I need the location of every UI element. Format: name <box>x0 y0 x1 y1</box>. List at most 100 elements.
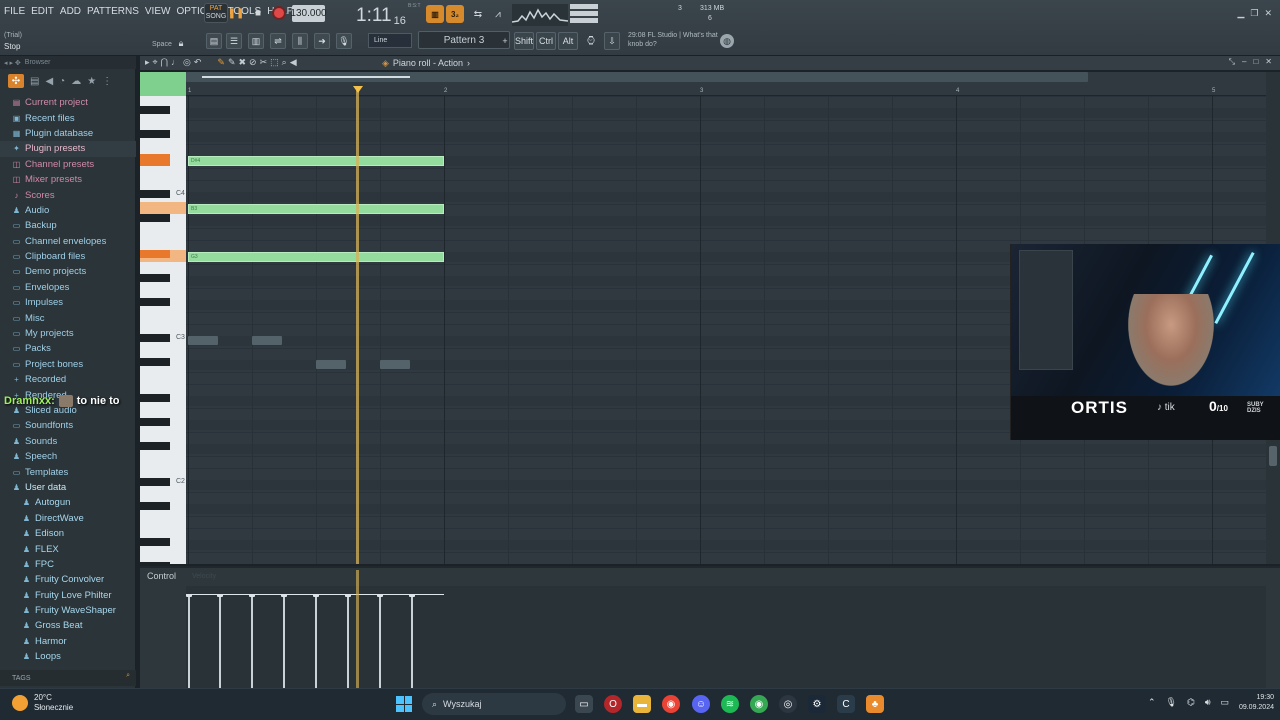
browser-item[interactable]: + Recorded <box>0 372 136 387</box>
velocity-handle[interactable] <box>217 594 223 597</box>
browser-pin-icon[interactable]: ◂ ▸ ✥ <box>4 59 21 67</box>
browser-item[interactable]: ▭ Impulses <box>0 295 136 310</box>
black-key[interactable] <box>140 190 170 198</box>
browser-item[interactable]: ▭ Misc <box>0 310 136 325</box>
detach-icon[interactable]: ⤡ <box>1229 57 1235 67</box>
velocity-handle[interactable] <box>377 594 383 597</box>
browser-item[interactable]: ♟ Audio <box>0 203 136 218</box>
velocity-stem[interactable] <box>313 594 319 688</box>
browser-file-icon[interactable]: ▤ <box>30 76 39 87</box>
file-explorer-icon[interactable]: ▬ <box>633 695 651 713</box>
task-view-icon[interactable]: ▭ <box>575 695 593 713</box>
spotify-icon[interactable]: ≋ <box>721 695 739 713</box>
black-key[interactable] <box>140 538 170 546</box>
tool-snap-icon[interactable]: ⌖ <box>153 57 158 68</box>
piano-roll-icon[interactable]: ▥ <box>248 33 264 49</box>
black-key[interactable] <box>140 106 170 114</box>
velocity-stem[interactable] <box>217 594 223 688</box>
black-key[interactable] <box>140 214 170 222</box>
close-icon[interactable]: ✕ <box>1265 57 1272 67</box>
midi-note[interactable]: D#4 <box>188 156 444 166</box>
scroll-thumb[interactable] <box>1269 446 1277 466</box>
weather-widget[interactable]: 20°C Słonecznie <box>12 693 73 713</box>
channel-rack-icon[interactable]: ☰ <box>226 33 242 49</box>
browser-more-icon[interactable]: ⋮ <box>102 76 112 87</box>
black-key[interactable] <box>140 418 170 426</box>
network-icon[interactable]: ⌬ <box>1187 697 1195 708</box>
midi-note[interactable]: G3 <box>188 252 444 262</box>
horizontal-scrollbar[interactable] <box>186 72 1088 82</box>
scroll-thumb[interactable] <box>202 76 410 78</box>
slice-icon[interactable]: ✂ <box>260 57 268 68</box>
black-key[interactable] <box>140 334 170 342</box>
maximize-icon[interactable]: □ <box>1253 57 1258 67</box>
browser-item[interactable]: ♟ Speech <box>0 449 136 464</box>
magnet-icon[interactable]: ⋂ <box>161 57 168 68</box>
black-key[interactable] <box>140 298 170 306</box>
minimize-icon[interactable]: ▁ <box>1237 8 1244 19</box>
volume-icon[interactable]: 🔊︎ <box>1205 697 1211 708</box>
browser-item[interactable]: ♟ Autogun <box>0 495 136 510</box>
velocity-handle[interactable] <box>186 594 192 597</box>
velocity-stem[interactable] <box>186 594 192 688</box>
song-position-display[interactable]: 1:11 16 <box>356 3 416 27</box>
app-c-icon[interactable]: C <box>837 695 855 713</box>
browser-item[interactable]: ♟ Fruity Love Philter <box>0 588 136 603</box>
velocity-handle[interactable] <box>409 594 415 597</box>
browser-item[interactable]: ▭ Templates <box>0 464 136 479</box>
options-arrow-icon[interactable]: ▸ <box>145 57 150 68</box>
velocity-stem[interactable] <box>377 594 383 688</box>
browser-item[interactable]: ♟ DirectWave <box>0 511 136 526</box>
velocity-handle[interactable] <box>249 594 255 597</box>
browser-item[interactable]: ▭ Backup <box>0 218 136 233</box>
black-key[interactable] <box>140 394 170 402</box>
browser-item[interactable]: ▭ Packs <box>0 341 136 356</box>
pat-song-toggle[interactable]: PAT SONG <box>204 3 228 23</box>
menu-edit[interactable]: EDIT <box>31 6 54 17</box>
browser-item[interactable]: ▭ Soundfonts <box>0 418 136 433</box>
browser-item[interactable]: ♟ Sounds <box>0 434 136 449</box>
menu-add[interactable]: ADD <box>60 6 81 17</box>
steam-icon[interactable]: ⚙ <box>808 695 826 713</box>
browser-item[interactable]: ✦ Plugin presets <box>0 141 136 157</box>
active-key[interactable] <box>140 202 186 214</box>
search-icon[interactable]: ⌕ <box>126 672 130 680</box>
pencil-icon[interactable]: ✎ <box>217 57 225 68</box>
zoom-icon[interactable]: ⌕ <box>282 57 287 68</box>
chrome-profile-icon[interactable]: ◉ <box>750 695 768 713</box>
discord-icon[interactable]: ☺ <box>692 695 710 713</box>
black-key[interactable] <box>140 154 170 162</box>
speaker-icon[interactable]: ◀ <box>290 57 297 68</box>
typing-keyboard-icon[interactable]: ▥ <box>426 5 444 23</box>
browser-star-icon[interactable]: ★ <box>87 76 96 87</box>
browser-speaker-icon[interactable]: ◀ <box>45 76 53 87</box>
velocity-stem[interactable] <box>249 594 255 688</box>
playhead-marker-icon[interactable] <box>353 86 363 93</box>
black-key[interactable] <box>140 502 170 510</box>
browser-item[interactable]: ♟ Loops <box>0 649 136 664</box>
control-label[interactable]: Control <box>147 571 176 581</box>
shift-key-button[interactable]: Shift <box>514 32 534 50</box>
alt-key-button[interactable]: Alt <box>558 32 578 50</box>
browser-item[interactable]: ▭ Channel envelopes <box>0 234 136 249</box>
black-key[interactable] <box>140 130 170 138</box>
add-pattern-icon[interactable]: + <box>500 33 510 48</box>
delete-icon[interactable]: ✖ <box>239 57 247 68</box>
stamp-icon[interactable]: ◎ <box>183 57 191 68</box>
step-edit-icon[interactable]: 3₂ <box>446 5 464 23</box>
browser-item[interactable]: ♪ Scores <box>0 187 136 202</box>
snap-selector[interactable]: Line <box>368 33 412 48</box>
browser-all-icon[interactable]: ✣ <box>8 74 24 88</box>
browser-item[interactable]: ▤ Current project <box>0 95 136 110</box>
browser-icon[interactable]: ⇌ <box>270 33 286 49</box>
chevron-up-icon[interactable]: ⌃ <box>1148 697 1156 708</box>
browser-item[interactable]: ▣ Recent files <box>0 110 136 125</box>
close-icon[interactable]: ✕ <box>1264 8 1272 19</box>
velocity-handle[interactable] <box>313 594 319 597</box>
black-key[interactable] <box>140 274 170 282</box>
news-ticker[interactable]: 29:08 FL Studio | What's that knob do? <box>628 31 718 53</box>
record-button[interactable] <box>272 6 286 20</box>
microphone-icon[interactable]: 🎙︎ <box>336 33 352 49</box>
ctrl-key-button[interactable]: Ctrl <box>536 32 556 50</box>
loop-record-icon[interactable]: ⇆ <box>470 6 486 22</box>
